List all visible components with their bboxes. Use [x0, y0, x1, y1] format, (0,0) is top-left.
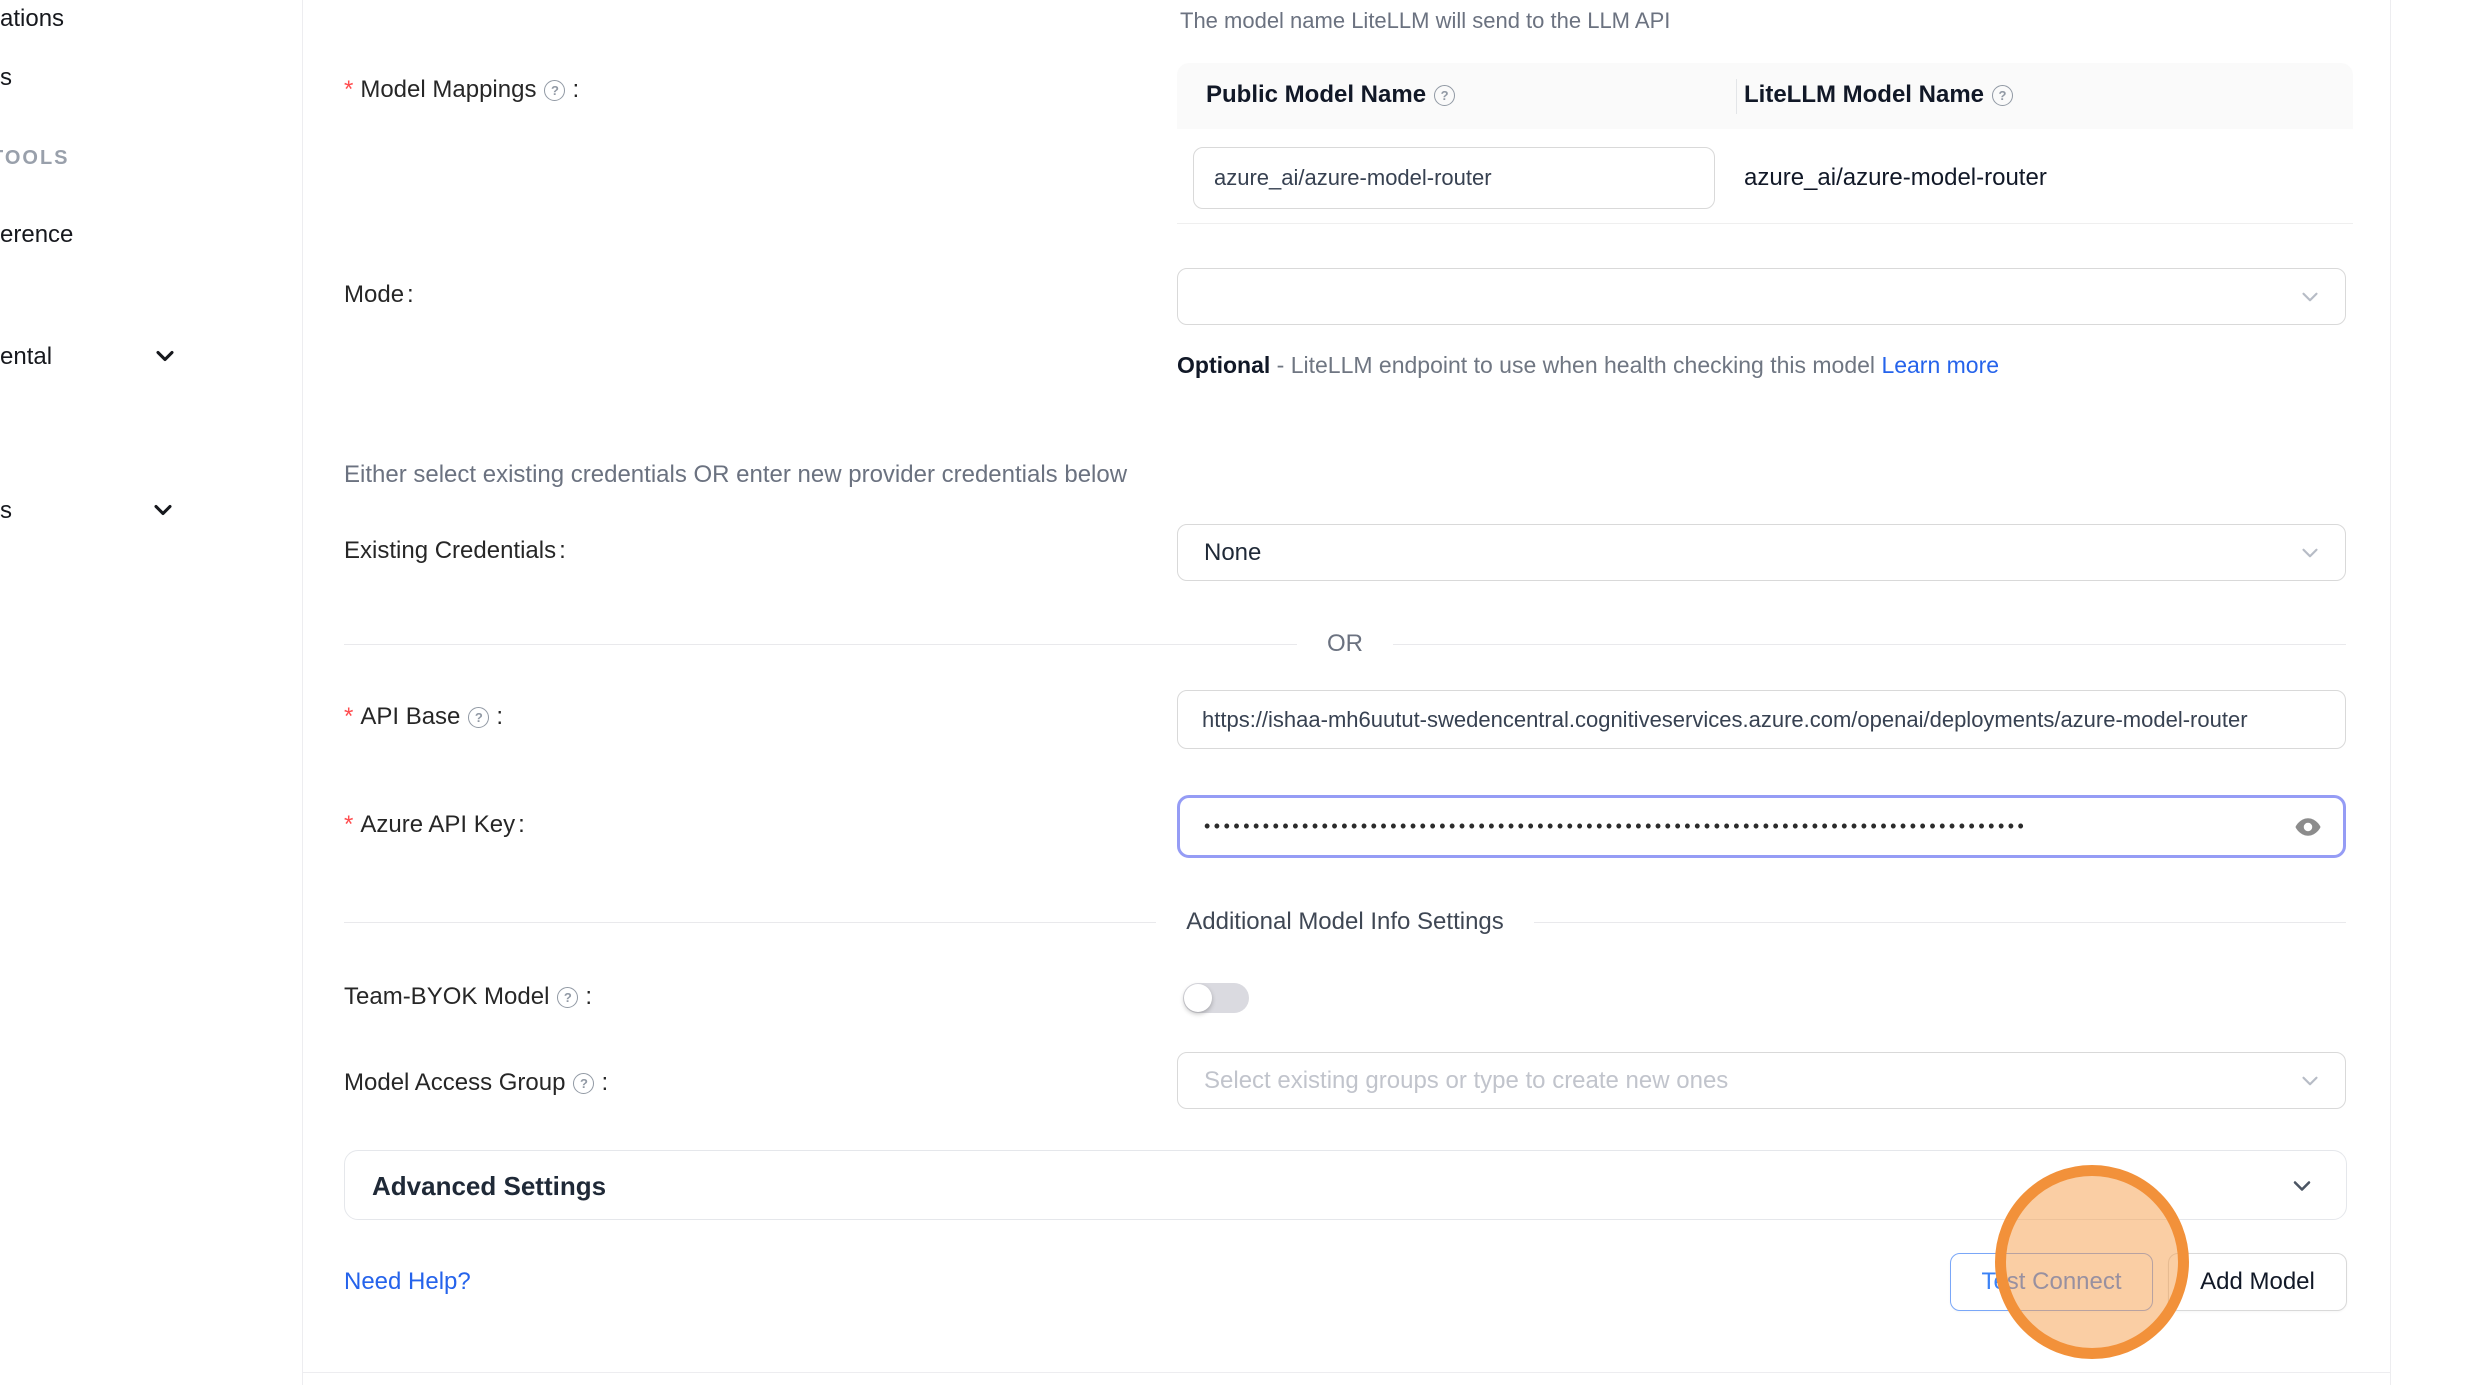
- question-circle-icon[interactable]: ?: [544, 80, 565, 101]
- advanced-settings-title: Advanced Settings: [372, 1171, 606, 1202]
- question-circle-icon[interactable]: ?: [557, 987, 578, 1008]
- sidebar-item-organizations[interactable]: ations: [0, 5, 64, 33]
- existing-credentials-label: Existing Credentials:: [344, 537, 566, 565]
- credentials-hint: Either select existing credentials OR en…: [344, 461, 1127, 489]
- content-right-divider: [2390, 0, 2391, 1385]
- public-model-name-header: Public Model Name ?: [1206, 81, 1459, 109]
- select-placeholder: Select existing groups or type to create…: [1204, 1067, 1728, 1095]
- need-help-link[interactable]: Need Help?: [344, 1268, 471, 1296]
- eye-icon[interactable]: [2293, 812, 2323, 842]
- sidebar-item-1[interactable]: s: [0, 64, 12, 92]
- add-model-button[interactable]: Add Model: [2168, 1253, 2347, 1311]
- toggle-knob: [1184, 984, 1212, 1012]
- chevron-down-icon[interactable]: [2288, 1172, 2316, 1200]
- api-base-input[interactable]: [1177, 690, 2346, 749]
- existing-credentials-select[interactable]: None: [1177, 524, 2346, 581]
- required-mark: *: [344, 76, 353, 104]
- mode-select[interactable]: [1177, 268, 2346, 325]
- chevron-down-icon[interactable]: [151, 342, 179, 370]
- team-byok-toggle[interactable]: [1183, 983, 1249, 1013]
- litellm-model-name-header: LiteLLM Model Name ?: [1744, 81, 2017, 109]
- mode-label: Mode:: [344, 281, 414, 309]
- question-circle-icon[interactable]: ?: [1992, 85, 2013, 106]
- sidebar-divider: [302, 0, 303, 1385]
- question-circle-icon[interactable]: ?: [468, 707, 489, 728]
- required-mark: *: [344, 703, 353, 731]
- sidebar-item-settings[interactable]: s: [0, 497, 12, 525]
- additional-info-divider: Additional Model Info Settings: [344, 908, 2346, 936]
- advanced-settings-panel[interactable]: [344, 1150, 2347, 1220]
- table-header-separator: [1736, 79, 1737, 114]
- test-connect-button[interactable]: Test Connect: [1950, 1253, 2153, 1311]
- public-model-name-input[interactable]: [1193, 147, 1715, 209]
- model-access-group-label: Model Access Group ? :: [344, 1069, 608, 1097]
- or-divider: OR: [344, 630, 2346, 658]
- question-circle-icon[interactable]: ?: [573, 1073, 594, 1094]
- chevron-down-icon: [2297, 540, 2323, 566]
- sidebar-item-experimental[interactable]: ental: [0, 343, 52, 371]
- sidebar-section-tools: TOOLS: [0, 147, 70, 170]
- chevron-down-icon[interactable]: [149, 496, 177, 524]
- question-circle-icon[interactable]: ?: [1434, 85, 1455, 106]
- litellm-model-name-value: azure_ai/azure-model-router: [1744, 164, 2047, 192]
- footer-divider: [302, 1372, 2390, 1373]
- team-byok-label: Team-BYOK Model ? :: [344, 983, 592, 1011]
- azure-api-key-input[interactable]: [1180, 816, 2281, 837]
- table-row-border: [1177, 223, 2353, 224]
- azure-api-key-label: * Azure API Key :: [344, 811, 525, 839]
- sidebar-item-reference[interactable]: erence: [0, 221, 73, 249]
- required-mark: *: [344, 811, 353, 839]
- litellm-model-name-hint: The model name LiteLLM will send to the …: [1180, 8, 1670, 34]
- learn-more-link[interactable]: Learn more: [1881, 352, 1999, 378]
- mode-helper-text: Optional - LiteLLM endpoint to use when …: [1177, 345, 2022, 386]
- model-access-group-select[interactable]: Select existing groups or type to create…: [1177, 1052, 2346, 1109]
- model-mappings-label: * Model Mappings ? :: [344, 76, 579, 104]
- chevron-down-icon: [2297, 1068, 2323, 1094]
- api-base-label: * API Base ? :: [344, 703, 503, 731]
- azure-api-key-field: [1177, 795, 2346, 858]
- chevron-down-icon: [2297, 284, 2323, 310]
- add-model-page: ations s TOOLS erence ental s The model …: [0, 0, 2477, 1385]
